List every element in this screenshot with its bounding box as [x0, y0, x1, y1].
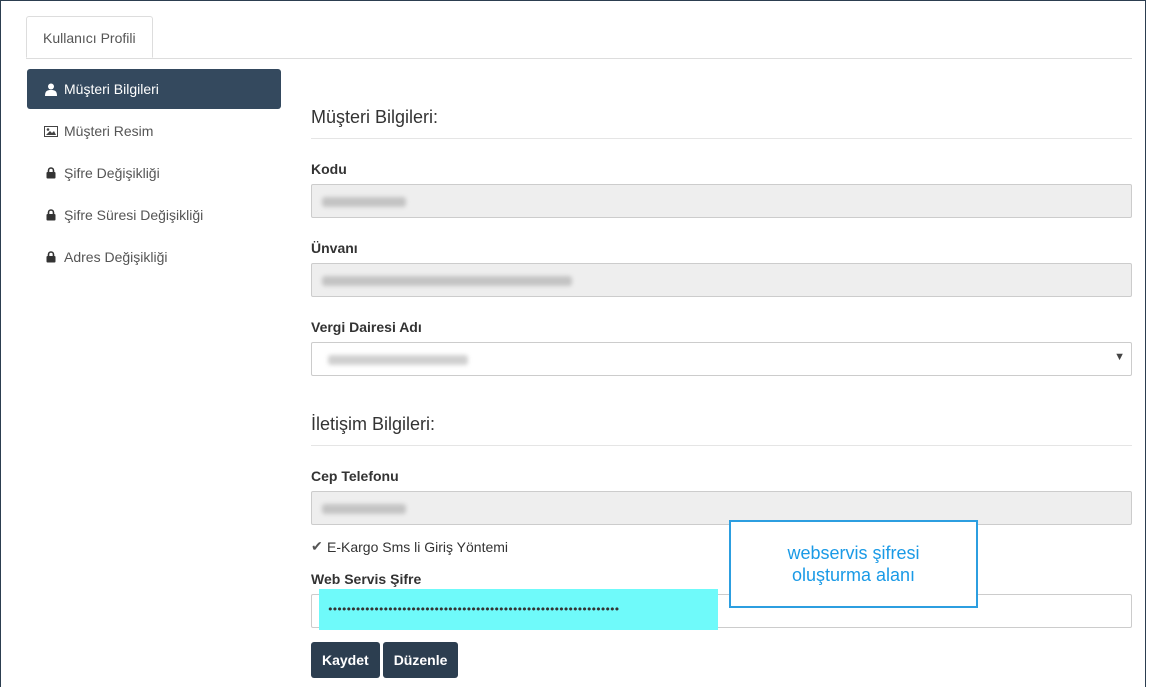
vergi-label: Vergi Dairesi Adı — [311, 319, 422, 335]
image-icon — [44, 124, 58, 138]
webservice-label: Web Servis Şifre — [311, 571, 422, 587]
sidebar: Müşteri Bilgileri Müşteri Resim Şifre De… — [27, 69, 281, 279]
button-group: Kaydet Düzenle — [311, 642, 1132, 678]
password-highlight: ••••••••••••••••••••••••••••••••••••••••… — [319, 589, 718, 630]
section-title-musteri: Müşteri Bilgileri: — [311, 107, 1132, 139]
caret-down-icon: ▼ — [1114, 351, 1125, 363]
webservice-password-input[interactable]: ••••••••••••••••••••••••••••••••••••••••… — [311, 589, 1132, 630]
sidebar-item-musteri-bilgileri[interactable]: Müşteri Bilgileri — [27, 69, 281, 109]
sidebar-item-label: Müşteri Resim — [64, 123, 154, 139]
sms-login-checkbox-row[interactable]: ✔ E-Kargo Sms li Giriş Yöntemi — [311, 538, 1132, 555]
sidebar-item-label: Şifre Değişikliği — [64, 165, 160, 181]
lock-icon — [44, 166, 58, 180]
edit-button[interactable]: Düzenle — [382, 642, 459, 678]
sidebar-item-sifre-suresi-degisikligi[interactable]: Şifre Süresi Değişikliği — [27, 195, 281, 235]
redacted-value — [322, 504, 406, 514]
callout-line-1: webservis şifresi — [787, 543, 920, 563]
unvan-field[interactable] — [311, 263, 1132, 297]
kodu-label: Kodu — [311, 161, 347, 177]
sidebar-item-adres-degisikligi[interactable]: Adres Değişikliği — [27, 237, 281, 277]
sms-login-label: E-Kargo Sms li Giriş Yöntemi — [327, 538, 509, 555]
save-button[interactable]: Kaydet — [311, 642, 380, 678]
tab-kullanici-profili[interactable]: Kullanıcı Profili — [26, 16, 153, 58]
redacted-value — [322, 276, 572, 286]
lock-icon — [44, 208, 58, 222]
vergi-dairesi-select[interactable]: ▼ — [311, 342, 1132, 376]
redacted-value — [322, 197, 406, 207]
checkmark-icon[interactable]: ✔ — [311, 538, 325, 555]
sidebar-item-label: Şifre Süresi Değişikliği — [64, 207, 204, 223]
unvan-label: Ünvanı — [311, 240, 358, 256]
redacted-value — [328, 355, 468, 365]
sidebar-item-sifre-degisikligi[interactable]: Şifre Değişikliği — [27, 153, 281, 193]
callout-line-2: oluşturma alanı — [791, 565, 916, 585]
sidebar-item-musteri-resim[interactable]: Müşteri Resim — [27, 111, 281, 151]
main-content: Müşteri Bilgileri: Kodu Ünvanı Vergi Dai… — [311, 95, 1132, 678]
phone-label: Cep Telefonu — [311, 468, 399, 484]
lock-icon — [44, 250, 58, 264]
annotation-callout: webservis şifresi oluşturma alanı — [729, 520, 978, 608]
user-icon — [44, 82, 58, 96]
sidebar-item-label: Müşteri Bilgileri — [64, 81, 159, 97]
section-title-iletisim: İletişim Bilgileri: — [311, 414, 1132, 446]
kodu-field[interactable] — [311, 184, 1132, 218]
phone-field[interactable] — [311, 491, 1132, 525]
tab-bar: Kullanıcı Profili — [26, 16, 1132, 59]
sidebar-item-label: Adres Değişikliği — [64, 249, 168, 265]
